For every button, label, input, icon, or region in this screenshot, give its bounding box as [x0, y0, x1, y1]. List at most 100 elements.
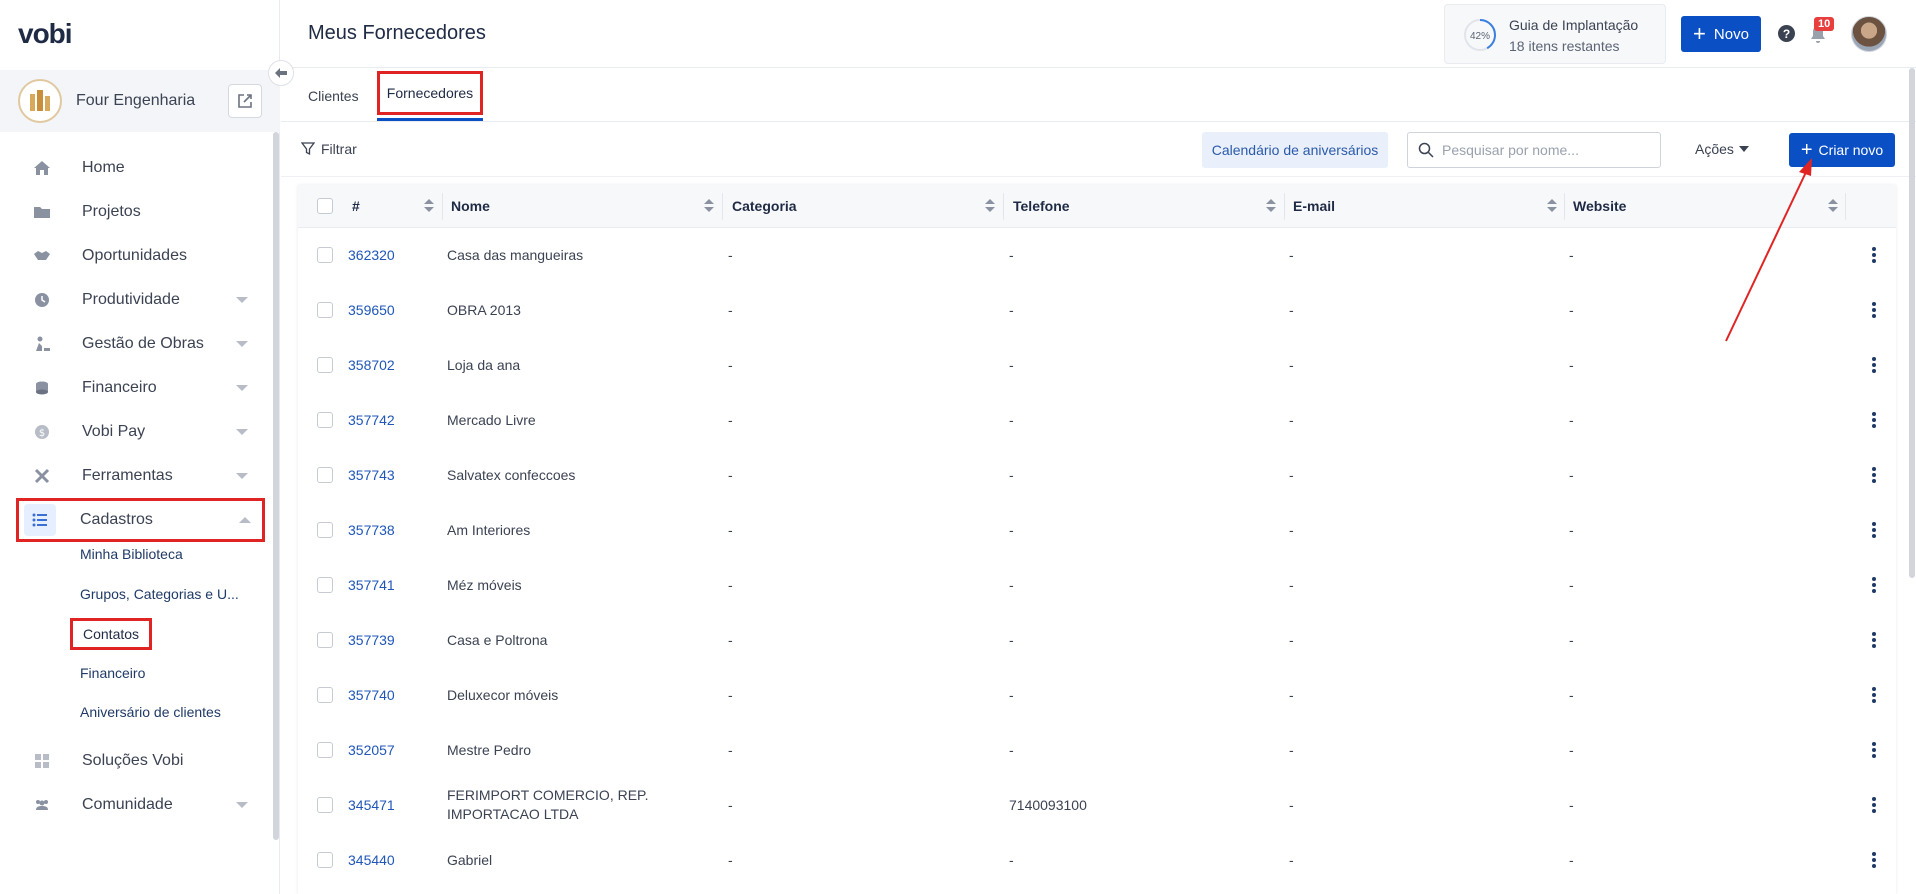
row-telefone: -: [1009, 742, 1014, 758]
handshake-icon: [26, 240, 58, 272]
row-id-link[interactable]: 357739: [348, 632, 395, 648]
table-row[interactable]: 352057 Mestre Pedro - - - -: [298, 723, 1896, 778]
sort-icon[interactable]: [985, 199, 995, 213]
company-switcher[interactable]: Four Engenharia: [0, 70, 280, 132]
filter-button[interactable]: Filtrar: [301, 141, 357, 157]
sidebar-item-solucoes-vobi[interactable]: Soluções Vobi: [20, 741, 260, 781]
row-id-link[interactable]: 357742: [348, 412, 395, 428]
avatar[interactable]: [1851, 16, 1887, 52]
row-checkbox[interactable]: [317, 467, 333, 483]
sidebar-item-cadastros[interactable]: Cadastros: [16, 498, 265, 542]
search-input[interactable]: [1442, 142, 1652, 158]
implementation-guide[interactable]: 42% Guia de Implantação 18 itens restant…: [1444, 4, 1666, 64]
sidebar-item-comunidade[interactable]: Comunidade: [20, 785, 260, 825]
sort-icon[interactable]: [1547, 199, 1557, 213]
sidebar-item-home[interactable]: Home: [20, 148, 260, 188]
sidebar-item-ferramentas[interactable]: Ferramentas: [20, 456, 260, 496]
column-header-telefone[interactable]: Telefone: [1013, 185, 1070, 228]
table-row[interactable]: 362320 Casa das mangueiras - - - -: [298, 228, 1896, 283]
column-header-id[interactable]: #: [352, 185, 360, 228]
more-options-icon[interactable]: [1872, 412, 1876, 428]
column-header-nome[interactable]: Nome: [451, 185, 490, 228]
sort-icon[interactable]: [424, 199, 434, 213]
page-scrollbar[interactable]: [1909, 68, 1915, 578]
create-new-button[interactable]: + Criar novo: [1789, 133, 1895, 167]
sort-icon[interactable]: [1828, 199, 1838, 213]
row-website: -: [1569, 742, 1574, 758]
external-link-icon[interactable]: [228, 84, 262, 118]
collapse-sidebar-button[interactable]: [268, 60, 294, 86]
novo-button[interactable]: + Novo: [1681, 16, 1761, 52]
sort-icon[interactable]: [1266, 199, 1276, 213]
row-checkbox[interactable]: [317, 302, 333, 318]
more-options-icon[interactable]: [1872, 302, 1876, 318]
sidebar-item-gestao-de-obras[interactable]: Gestão de Obras: [20, 324, 260, 364]
table-row[interactable]: 345440 Gabriel - - - -: [298, 833, 1896, 888]
sidebar-subitem-grupos[interactable]: Grupos, Categorias e U...: [80, 582, 239, 606]
row-id-link[interactable]: 357741: [348, 577, 395, 593]
table-row[interactable]: 359650 OBRA 2013 - - - -: [298, 283, 1896, 338]
more-options-icon[interactable]: [1872, 357, 1876, 373]
row-id-link[interactable]: 352057: [348, 742, 395, 758]
row-id-link[interactable]: 345440: [348, 852, 395, 868]
row-checkbox[interactable]: [317, 797, 333, 813]
top-bar: Meus Fornecedores 42% Guia de Implantaçã…: [281, 0, 1916, 68]
table-row[interactable]: 358702 Loja da ana - - - -: [298, 338, 1896, 393]
more-options-icon[interactable]: [1872, 522, 1876, 538]
row-website: -: [1569, 797, 1574, 813]
table-row[interactable]: 357742 Mercado Livre - - - -: [298, 393, 1896, 448]
row-checkbox[interactable]: [317, 357, 333, 373]
row-id-link[interactable]: 357743: [348, 467, 395, 483]
table-row[interactable]: 345471 FERIMPORT COMERCIO, REP. IMPORTACAO…: [298, 778, 1896, 833]
sidebar-subitem-financeiro[interactable]: Financeiro: [80, 661, 145, 685]
column-header-email[interactable]: E-mail: [1293, 185, 1335, 228]
sidebar-subitem-aniversario[interactable]: Aniversário de clientes: [80, 700, 221, 724]
column-header-website[interactable]: Website: [1573, 185, 1626, 228]
row-id-link[interactable]: 358702: [348, 357, 395, 373]
row-checkbox[interactable]: [317, 742, 333, 758]
column-header-categoria[interactable]: Categoria: [732, 185, 797, 228]
more-options-icon[interactable]: [1872, 632, 1876, 648]
table-row[interactable]: 357740 Deluxecor móveis - - - -: [298, 668, 1896, 723]
more-options-icon[interactable]: [1872, 852, 1876, 868]
row-checkbox[interactable]: [317, 852, 333, 868]
table-row[interactable]: 357738 Am Interiores - - - -: [298, 503, 1896, 558]
tab-clientes[interactable]: Clientes: [308, 88, 359, 104]
sidebar-item-oportunidades[interactable]: Oportunidades: [20, 236, 260, 276]
more-options-icon[interactable]: [1872, 797, 1876, 813]
row-id-link[interactable]: 357738: [348, 522, 395, 538]
company-name: Four Engenharia: [76, 92, 196, 109]
sidebar-item-financeiro[interactable]: Financeiro: [20, 368, 260, 408]
more-options-icon[interactable]: [1872, 687, 1876, 703]
vobi-logo[interactable]: vobi: [18, 18, 73, 50]
sidebar-item-vobi-pay[interactable]: $ Vobi Pay: [20, 412, 260, 452]
table-row[interactable]: 357743 Salvatex confeccoes - - - -: [298, 448, 1896, 503]
sidebar-subitem-minha-biblioteca[interactable]: Minha Biblioteca: [80, 542, 183, 566]
sort-icon[interactable]: [704, 199, 714, 213]
row-checkbox[interactable]: [317, 687, 333, 703]
row-checkbox[interactable]: [317, 247, 333, 263]
table-row[interactable]: 357739 Casa e Poltrona - - - -: [298, 613, 1896, 668]
actions-dropdown[interactable]: Ações: [1695, 141, 1749, 157]
row-checkbox[interactable]: [317, 522, 333, 538]
sidebar-item-produtividade[interactable]: Produtividade: [20, 280, 260, 320]
row-id-link[interactable]: 357740: [348, 687, 395, 703]
row-id-link[interactable]: 359650: [348, 302, 395, 318]
sidebar-scrollbar[interactable]: [273, 132, 279, 840]
sidebar-item-projetos[interactable]: Projetos: [20, 192, 260, 232]
row-checkbox[interactable]: [317, 577, 333, 593]
table-row[interactable]: 357741 Méz móveis - - - -: [298, 558, 1896, 613]
row-id-link[interactable]: 345471: [348, 797, 395, 813]
select-all-checkbox[interactable]: [317, 198, 333, 214]
row-checkbox[interactable]: [317, 632, 333, 648]
birthday-calendar-button[interactable]: Calendário de aniversários: [1202, 132, 1388, 168]
more-options-icon[interactable]: [1872, 467, 1876, 483]
more-options-icon[interactable]: [1872, 742, 1876, 758]
sidebar-subitem-contatos[interactable]: Contatos: [70, 618, 153, 650]
row-checkbox[interactable]: [317, 412, 333, 428]
more-options-icon[interactable]: [1872, 577, 1876, 593]
help-icon[interactable]: ?: [1778, 25, 1795, 42]
tab-fornecedores[interactable]: Fornecedores: [377, 71, 483, 115]
more-options-icon[interactable]: [1872, 247, 1876, 263]
row-id-link[interactable]: 362320: [348, 247, 395, 263]
